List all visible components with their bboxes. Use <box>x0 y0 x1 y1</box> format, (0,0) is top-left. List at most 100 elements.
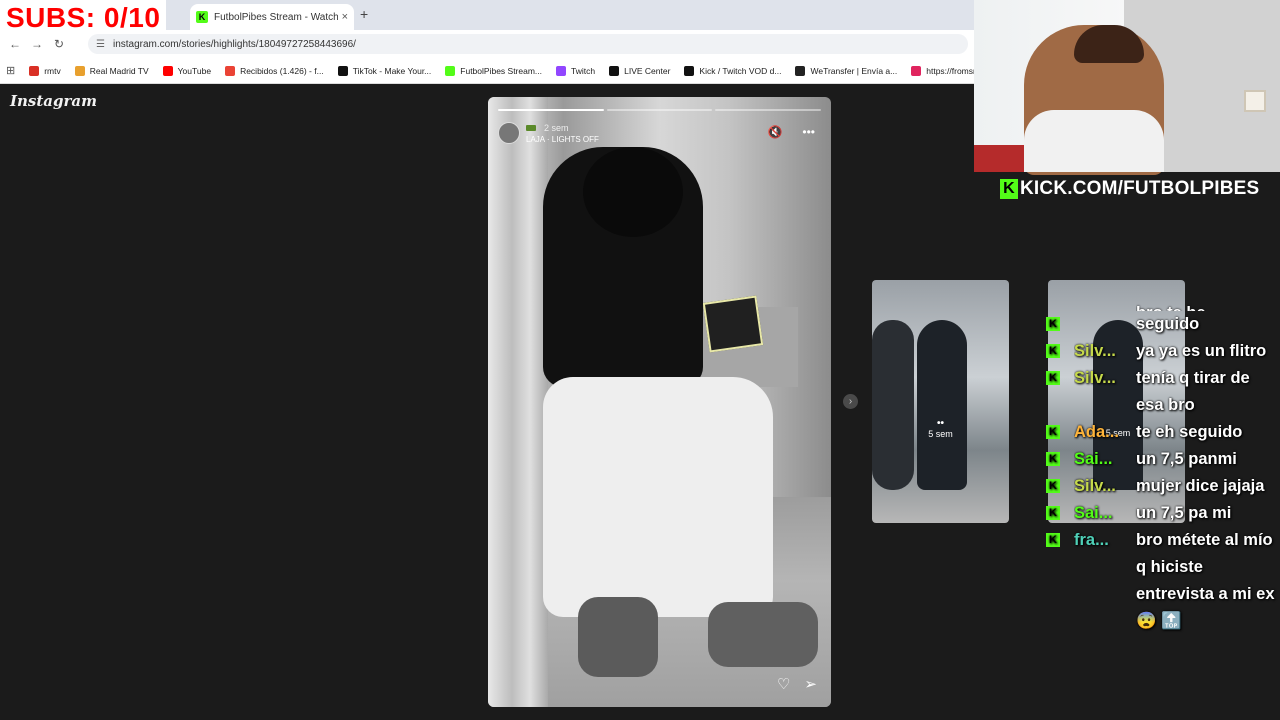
chat-message: Kfra... bro métete al mío q hiciste entre… <box>1046 527 1280 635</box>
bookmark-item[interactable]: TikTok - Make Your... <box>337 65 431 76</box>
forward-icon[interactable]: → <box>26 37 48 51</box>
mute-icon[interactable]: 🔇 <box>767 125 782 139</box>
kick-badge-icon: K <box>1046 344 1060 358</box>
avatar[interactable] <box>498 122 520 144</box>
kick-badge-icon: K <box>1046 533 1060 547</box>
chat-message: Kseguido <box>1046 311 1280 338</box>
bookmark-item[interactable]: Real Madrid TV <box>74 65 149 76</box>
chat-username[interactable]: Silv... <box>1074 473 1136 500</box>
chat-username[interactable]: Silv... <box>1074 338 1136 365</box>
more-options-icon[interactable]: ••• <box>802 125 815 139</box>
bookmark-label: LIVE Center <box>624 65 671 76</box>
chat-message: K Sai... un 7,5 pa mi <box>1046 500 1280 527</box>
username-redacted[interactable] <box>526 124 536 131</box>
bookmark-label: Real Madrid TV <box>89 65 149 76</box>
chat-partial-line: bro te he <box>1136 300 1280 311</box>
site-info-icon[interactable]: ☰ <box>96 39 105 50</box>
webcam-streamer-shirt <box>1024 110 1164 172</box>
story-meta: 2 sem LAJA · LIGHTS OFF <box>526 123 599 144</box>
thumb-time: 5 sem <box>928 429 953 439</box>
chat-text: te eh seguido <box>1136 423 1243 441</box>
bookmark-favicon-icon <box>795 65 806 76</box>
story-header: 2 sem LAJA · LIGHTS OFF 🔇 ••• <box>498 119 821 147</box>
bookmarks-bar: ⊞ rmtv Real Madrid TV YouTube Recibidos (1.… <box>0 58 1008 84</box>
stream-frame: K FutbolPibes Stream - Watch Liv × + ← →… <box>0 0 1280 720</box>
story-photo-shoe-right <box>708 602 818 667</box>
tab-close-icon[interactable]: × <box>342 11 348 23</box>
chat-username[interactable]: Sai... <box>1074 500 1136 527</box>
story-progress <box>498 109 822 111</box>
bookmark-item[interactable]: YouTube <box>162 65 211 76</box>
chat-username[interactable]: Sai... <box>1074 446 1136 473</box>
story-footer: ♡ ➢ <box>777 675 817 693</box>
share-icon[interactable]: ➢ <box>804 675 817 693</box>
kick-badge-icon: K <box>1046 479 1060 493</box>
bookmark-label: Twitch <box>571 65 596 76</box>
bookmark-item[interactable]: rmtv <box>29 65 61 76</box>
bookmark-favicon-icon <box>684 65 695 76</box>
bookmark-label: Recibidos (1.426) - f... <box>240 65 324 76</box>
next-story-arrow-icon[interactable]: › <box>843 394 858 409</box>
bookmark-favicon-icon <box>445 65 456 76</box>
chat-text: tenía q tirar de esa bro <box>1136 369 1250 414</box>
bookmark-favicon-icon <box>556 65 567 76</box>
story-time: 2 sem <box>544 122 569 133</box>
story-song[interactable]: LAJA · LIGHTS OFF <box>526 135 599 144</box>
kick-channel-banner: K KICK.COM/FUTBOLPIBES <box>1000 178 1259 200</box>
browser-tab[interactable]: K FutbolPibes Stream - Watch Liv × <box>190 4 354 30</box>
chat-message: K Ada... te eh seguido <box>1046 419 1280 446</box>
bookmark-item[interactable]: Kick / Twitch VOD d... <box>684 65 781 76</box>
story-thumbnail[interactable]: •• 5 sem <box>872 280 1009 523</box>
chat-text: un 7,5 pa mi <box>1136 504 1232 522</box>
story-photo-curtain <box>488 97 548 707</box>
chat-text: seguido <box>1136 315 1200 333</box>
thumb-avatar-icon: •• <box>936 418 944 429</box>
bookmark-item[interactable]: FutbolPibes Stream... <box>445 65 543 76</box>
kick-logo-icon: K <box>1000 179 1018 199</box>
chat-text: ya ya es un flitro <box>1136 342 1267 360</box>
chat-username[interactable]: Silv... <box>1074 365 1136 419</box>
bookmark-item[interactable]: Twitch <box>556 65 596 76</box>
kick-badge-icon: K <box>1046 506 1060 520</box>
tab-title: FutbolPibes Stream - Watch Liv <box>214 11 338 23</box>
chat-username[interactable] <box>1074 311 1136 338</box>
address-bar[interactable]: ☰ instagram.com/stories/highlights/18049… <box>88 34 968 54</box>
kick-badge-icon: K <box>1046 452 1060 466</box>
chat-message: K Sai... un 7,5 panmi <box>1046 446 1280 473</box>
bookmark-item[interactable]: Recibidos (1.426) - f... <box>225 65 324 76</box>
kick-badge-icon: K <box>1046 317 1060 331</box>
chat-username[interactable]: fra... <box>1074 527 1136 635</box>
webcam-wall-frame <box>1244 90 1266 112</box>
stream-chat-overlay: bro te he KseguidoKSilv...ya ya es un fl… <box>1046 300 1280 720</box>
progress-segment <box>498 109 604 111</box>
kick-badge-icon: K <box>1046 425 1060 439</box>
like-icon[interactable]: ♡ <box>777 675 790 693</box>
chat-text: bro métete al mío q hiciste entrevista a… <box>1136 531 1275 630</box>
bookmark-favicon-icon <box>911 65 922 76</box>
story-photo-shoe-left <box>578 597 658 677</box>
bookmark-favicon-icon <box>162 65 173 76</box>
new-tab-icon[interactable]: + <box>360 6 368 22</box>
chat-text: un 7,5 panmi <box>1136 450 1237 468</box>
chat-text: mujer dice jajaja <box>1136 477 1265 495</box>
reload-icon[interactable]: ↻ <box>48 37 70 51</box>
bookmark-item[interactable]: WeTransfer | Envía a... <box>795 65 897 76</box>
bookmark-favicon-icon <box>225 65 236 76</box>
chat-username[interactable]: Ada... <box>1074 419 1136 446</box>
webcam-feed <box>974 0 1280 175</box>
apps-grid-icon[interactable]: ⊞ <box>6 64 15 77</box>
kick-favicon-icon: K <box>196 11 208 23</box>
bookmark-favicon-icon <box>74 65 85 76</box>
story-photo-sticker <box>702 295 764 353</box>
bookmark-label: FutbolPibes Stream... <box>460 65 543 76</box>
story-viewer[interactable]: 2 sem LAJA · LIGHTS OFF 🔇 ••• ♡ ➢ <box>488 97 831 707</box>
back-icon[interactable]: ← <box>4 37 26 51</box>
bookmark-item[interactable]: LIVE Center <box>609 65 671 76</box>
bookmark-favicon-icon <box>609 65 620 76</box>
chat-message: K Silv... ya ya es un flitro <box>1046 338 1280 365</box>
bookmark-favicon-icon <box>337 65 348 76</box>
kick-url-text: KICK.COM/FUTBOLPIBES <box>1020 178 1260 199</box>
instagram-logo[interactable]: Instagram <box>10 92 97 110</box>
chat-message: K Silv... tenía q tirar de esa bro <box>1046 365 1280 419</box>
story-photo-hood <box>583 147 683 237</box>
